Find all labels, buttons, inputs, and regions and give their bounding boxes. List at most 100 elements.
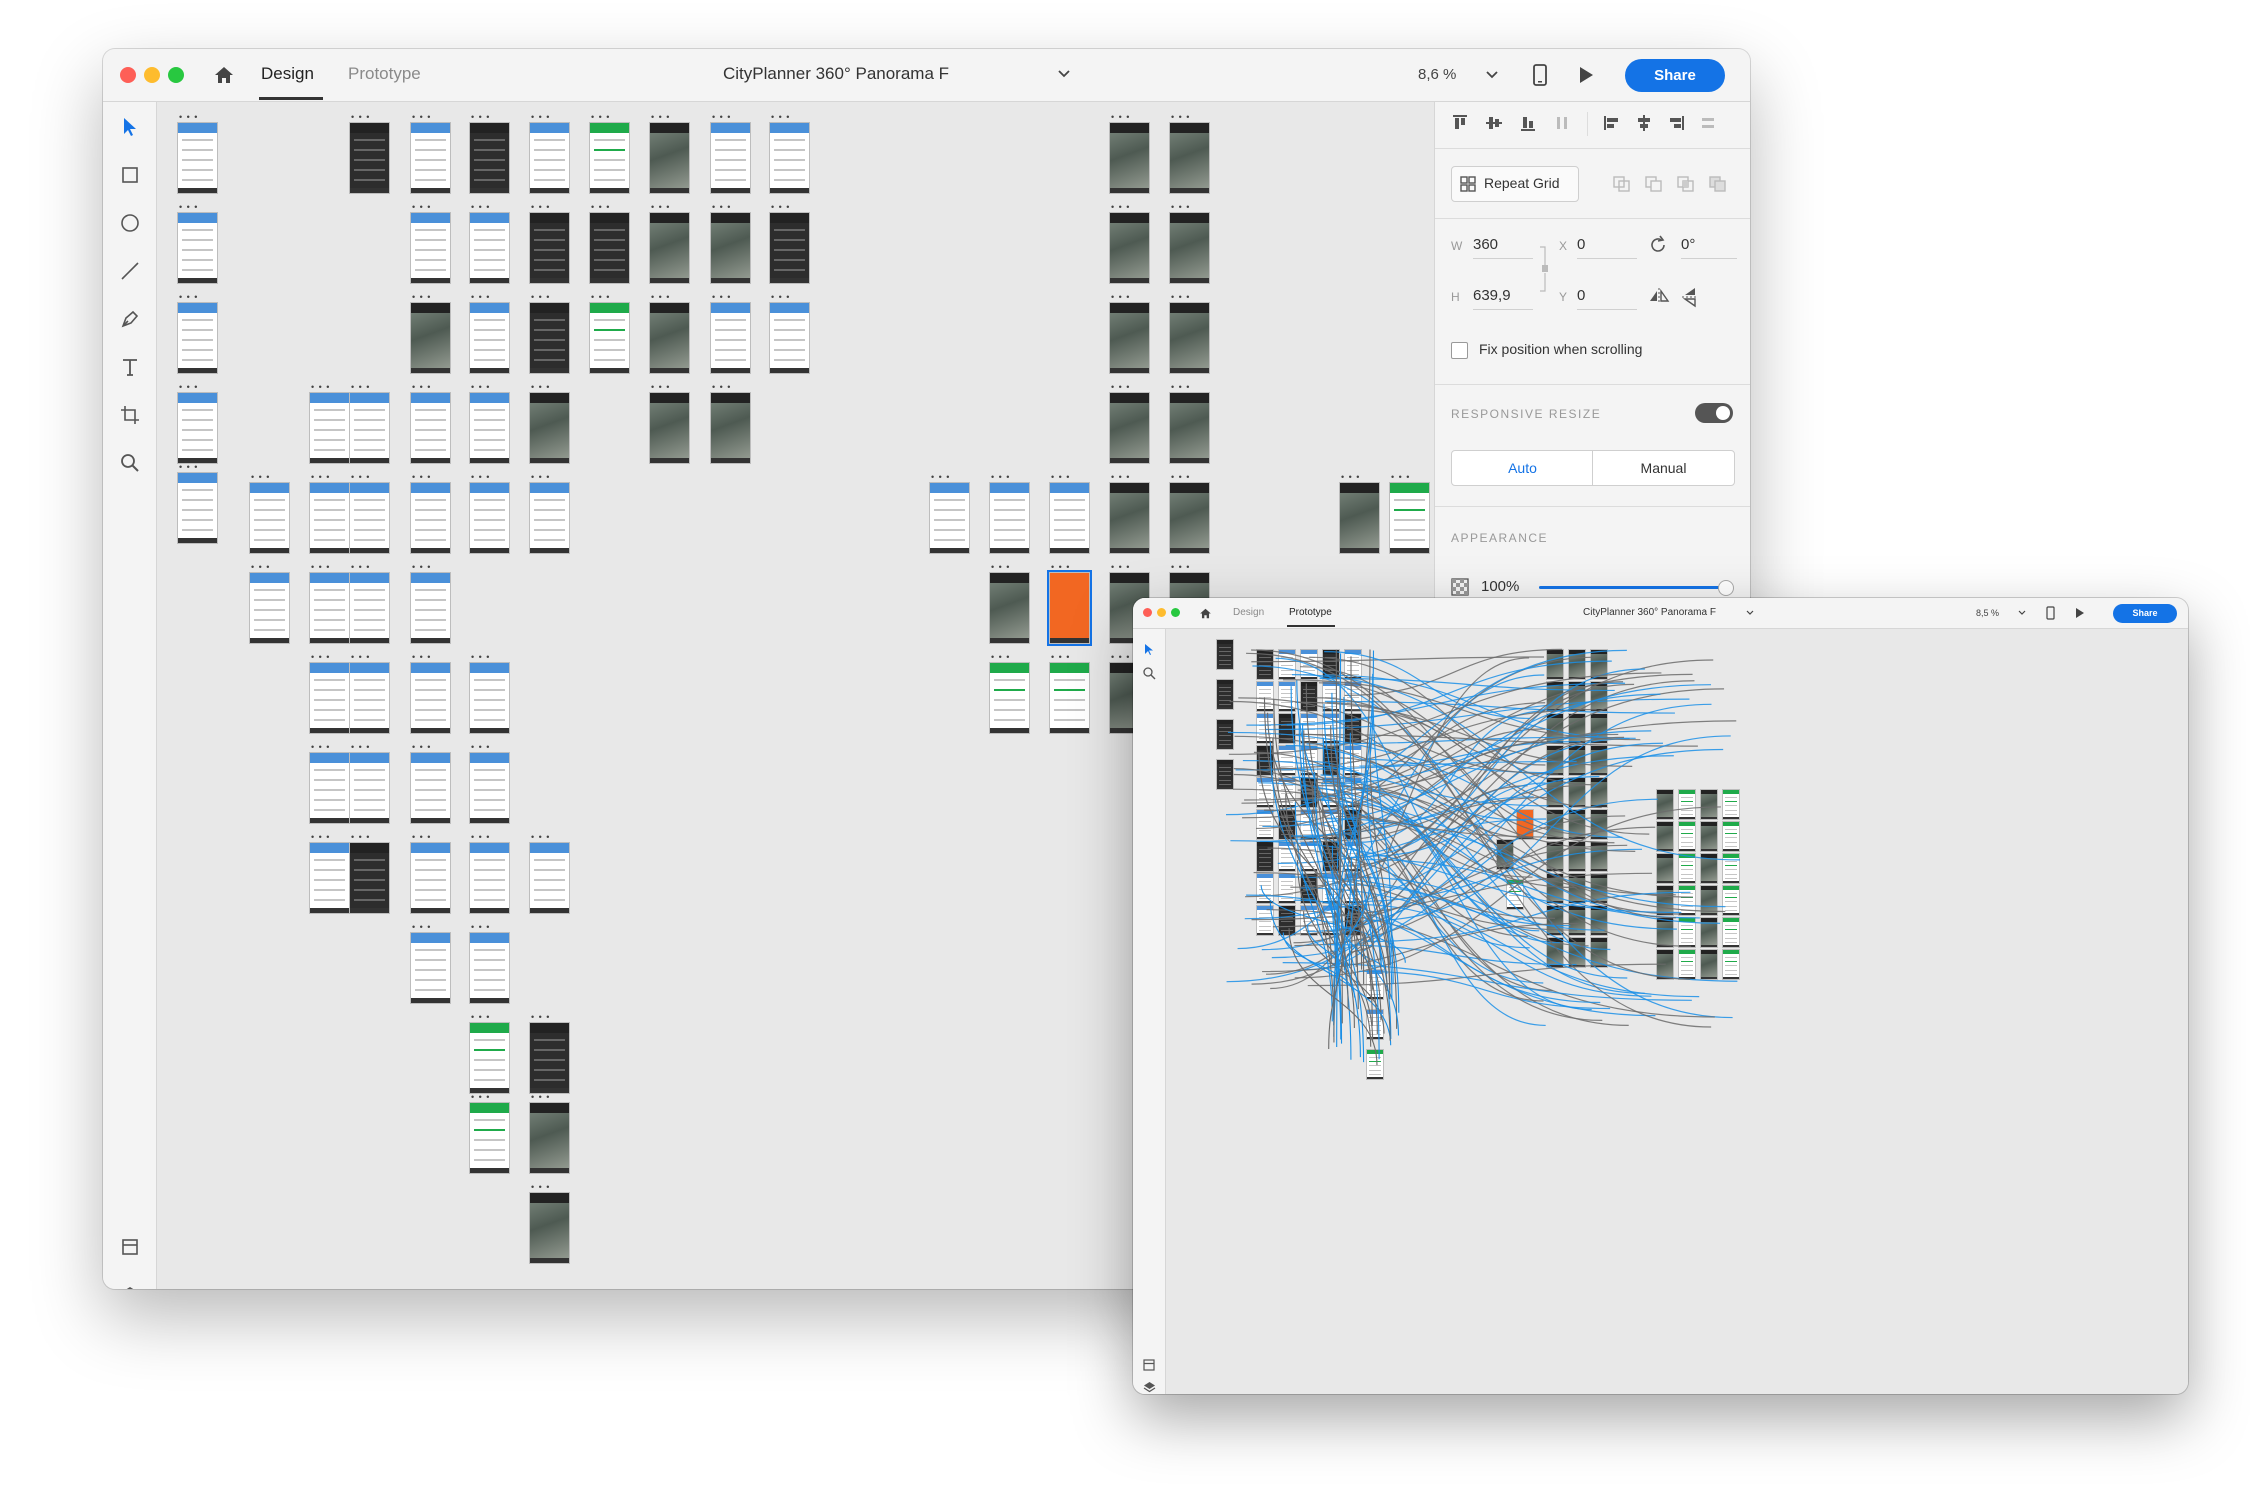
artboard-thumbnail[interactable]: • • • [529,112,570,194]
artboard-thumbnail[interactable]: • • • [469,1092,510,1174]
artboard-thumbnail[interactable]: • • • [710,382,751,464]
artboard-thumbnail[interactable]: • • • [1389,472,1430,554]
layers-panel-button[interactable] [115,1280,145,1289]
artboard-thumbnail[interactable]: • • • [410,832,451,914]
artboard-thumbnail[interactable]: • • • [309,652,350,734]
distribute-vertical-icon[interactable] [1553,114,1571,132]
resize-auto-option[interactable]: Auto [1452,451,1593,485]
artboard-thumbnail[interactable]: • • • [349,112,390,194]
prototype-canvas[interactable] [1166,629,2188,1394]
artboard-thumbnail[interactable]: • • • [769,202,810,284]
artboard-thumbnail[interactable]: • • • [1169,202,1210,284]
align-center-icon[interactable] [1635,114,1653,132]
artboard-thumbnail[interactable]: • • • [529,1182,570,1264]
artboard-thumbnail[interactable]: • • • [410,382,451,464]
artboard-thumbnail[interactable]: • • • [649,292,690,374]
artboard-thumbnail[interactable]: • • • [410,562,451,644]
artboard-thumbnail[interactable]: • • • [989,472,1030,554]
y-field[interactable]: 0 [1577,287,1585,304]
artboard-thumbnail[interactable]: • • • [410,922,451,1004]
artboard-thumbnail[interactable]: • • • [710,202,751,284]
zoom-tool[interactable] [1139,663,1159,683]
artboard-thumbnail[interactable]: • • • [469,922,510,1004]
device-preview-icon[interactable] [2046,606,2055,620]
play-icon[interactable] [2075,607,2085,619]
artboard-thumbnail[interactable]: • • • [710,292,751,374]
rotation-field[interactable]: 0° [1681,236,1695,253]
align-top-icon[interactable] [1451,114,1469,132]
artboard-thumbnail[interactable]: • • • [177,112,218,194]
artboard-thumbnail[interactable]: • • • [649,382,690,464]
tab-prototype[interactable]: Prototype [348,64,421,84]
artboard-thumbnail[interactable]: • • • [410,652,451,734]
boolean-intersect-icon[interactable] [1676,175,1696,193]
artboard-thumbnail[interactable]: • • • [929,472,970,554]
tab-design[interactable]: Design [261,64,314,84]
artboard-thumbnail[interactable]: • • • [649,202,690,284]
artboard-tool[interactable] [115,400,145,430]
artboard-thumbnail[interactable]: • • • [769,112,810,194]
select-tool[interactable] [1139,639,1159,659]
artboard-thumbnail[interactable]: • • • [1109,382,1150,464]
artboard-thumbnail[interactable]: • • • [177,292,218,374]
zoom-chevron-icon[interactable] [2018,610,2026,616]
fix-position-checkbox[interactable] [1451,342,1468,359]
artboard-thumbnail[interactable]: • • • [469,1012,510,1094]
zoom-chevron-icon[interactable] [1486,71,1498,79]
close-window-button[interactable] [120,67,136,83]
lock-aspect-icon[interactable] [1539,245,1549,293]
artboard-thumbnail[interactable]: • • • [249,562,290,644]
text-tool[interactable] [115,352,145,382]
artboard-thumbnail[interactable]: • • • [349,742,390,824]
chevron-down-icon[interactable] [1746,610,1754,616]
artboard-thumbnail[interactable]: • • • [469,112,510,194]
distribute-horizontal-icon[interactable] [1699,114,1717,132]
artboard-thumbnail[interactable]: • • • [589,112,630,194]
artboard-thumbnail[interactable]: • • • [177,462,218,544]
artboard-thumbnail[interactable]: • • • [1169,472,1210,554]
opacity-slider[interactable] [1539,580,1734,596]
share-button[interactable]: Share [1625,59,1725,92]
opacity-slider-handle[interactable] [1718,580,1734,596]
maximize-window-button[interactable] [1171,608,1180,617]
artboard-thumbnail[interactable]: • • • [309,742,350,824]
artboard-thumbnail[interactable]: • • • [1109,292,1150,374]
artboard-thumbnail[interactable]: • • • [309,472,350,554]
align-left-icon[interactable] [1603,114,1621,132]
artboard-thumbnail[interactable]: • • • [649,112,690,194]
assets-panel-button[interactable] [115,1232,145,1262]
minimize-window-button[interactable] [1157,608,1166,617]
artboard-thumbnail[interactable]: • • • [529,832,570,914]
artboard-thumbnail[interactable]: • • • [989,562,1030,644]
artboard-thumbnail[interactable]: • • • [529,292,570,374]
boolean-exclude-icon[interactable] [1708,175,1728,193]
selected-artboard[interactable]: • • • [1047,562,1092,646]
responsive-resize-toggle[interactable] [1695,403,1733,423]
document-title[interactable]: CityPlanner 360° Panorama F [723,64,949,84]
rectangle-tool[interactable] [115,160,145,190]
artboard-thumbnail[interactable]: • • • [769,292,810,374]
flip-vertical-icon[interactable] [1681,286,1699,308]
ellipse-tool[interactable] [115,208,145,238]
zoom-level[interactable]: 8,6 % [1418,66,1456,83]
maximize-window-button[interactable] [168,67,184,83]
flip-horizontal-icon[interactable] [1648,287,1670,305]
align-bottom-icon[interactable] [1519,114,1537,132]
artboard-thumbnail[interactable]: • • • [349,472,390,554]
artboard-thumbnail[interactable]: • • • [529,1012,570,1094]
artboard-thumbnail[interactable]: • • • [349,562,390,644]
tab-prototype[interactable]: Prototype [1289,607,1332,618]
artboard-thumbnail[interactable]: • • • [1109,472,1150,554]
artboard-thumbnail[interactable]: • • • [1109,202,1150,284]
artboard-thumbnail[interactable]: • • • [529,472,570,554]
artboard-thumbnail[interactable]: • • • [469,742,510,824]
home-icon[interactable] [213,64,235,86]
artboard-thumbnail[interactable]: • • • [309,562,350,644]
artboard-thumbnail[interactable]: • • • [410,112,451,194]
tab-design[interactable]: Design [1233,607,1264,618]
align-right-icon[interactable] [1667,114,1685,132]
opacity-value[interactable]: 100% [1481,578,1519,595]
pen-tool[interactable] [115,304,145,334]
artboard-thumbnail[interactable]: • • • [349,652,390,734]
artboard-thumbnail[interactable]: • • • [309,832,350,914]
